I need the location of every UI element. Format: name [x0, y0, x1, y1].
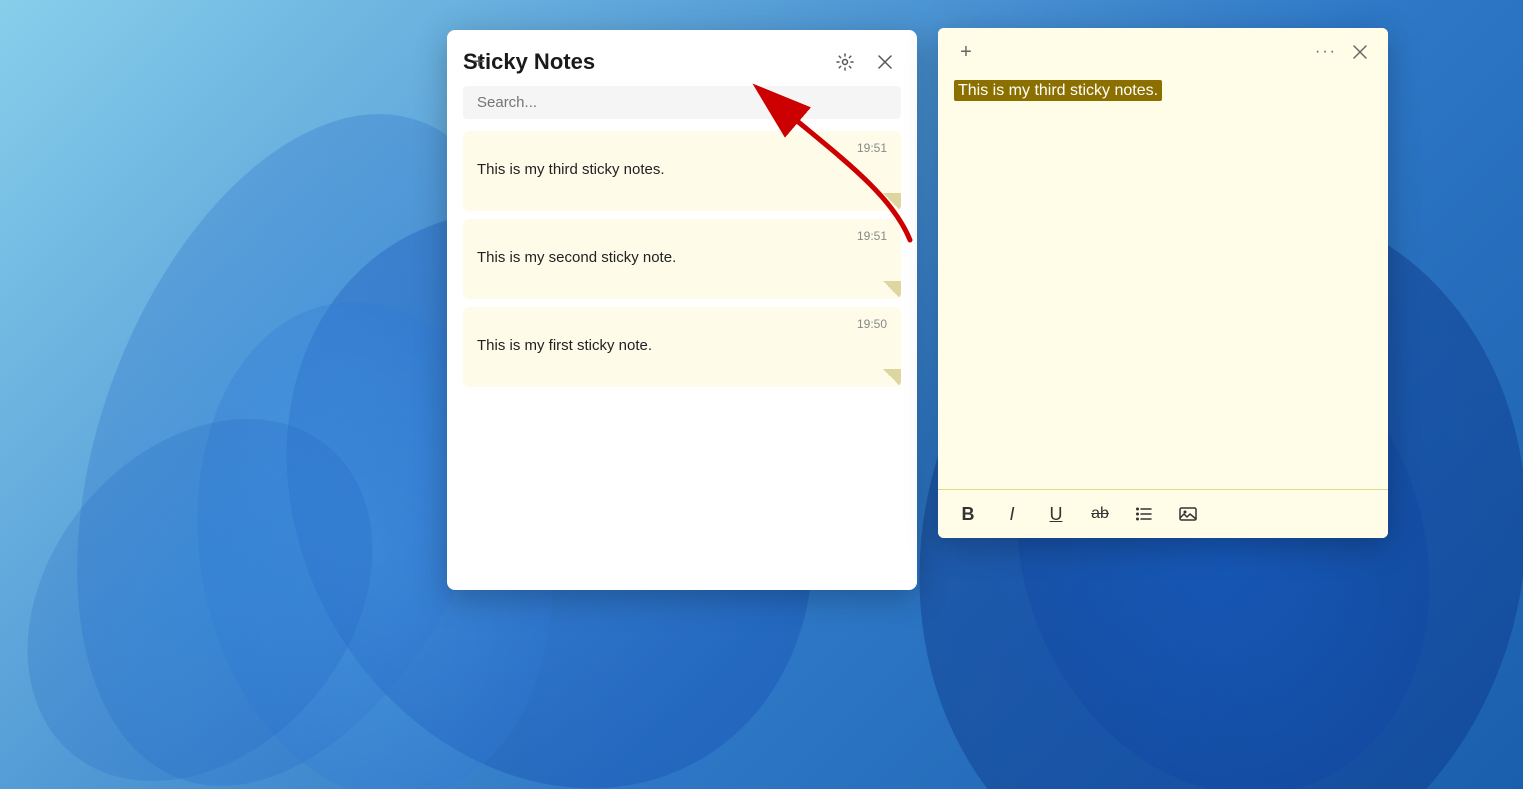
note-card-time-first: 19:50 — [477, 317, 887, 331]
note-card-time-third: 19:51 — [477, 141, 887, 155]
note-editor-window: + ··· This is my third sticky notes. B I — [938, 28, 1388, 538]
editor-selected-text: This is my third sticky notes. — [954, 80, 1162, 101]
notes-list-close-button[interactable] — [869, 46, 901, 78]
editor-underline-button[interactable]: U — [1042, 500, 1070, 528]
editor-list-button[interactable] — [1130, 500, 1158, 528]
search-input[interactable] — [463, 86, 901, 119]
editor-more-button[interactable]: ··· — [1312, 38, 1340, 66]
desktop: + Sticky Notes — [0, 0, 1523, 789]
note-card-time-second: 19:51 — [477, 229, 887, 243]
notes-list: 19:51 This is my third sticky notes. 19:… — [447, 131, 917, 590]
editor-content-area[interactable]: This is my third sticky notes. — [938, 74, 1388, 489]
notes-list-titlebar-actions — [829, 46, 901, 78]
notes-list-settings-button[interactable] — [829, 46, 861, 78]
editor-titlebar-actions: ··· — [1312, 38, 1374, 66]
editor-toolbar: B I U ab — [938, 489, 1388, 538]
note-card-second[interactable]: 19:51 This is my second sticky note. — [463, 219, 901, 299]
notes-list-window: + Sticky Notes — [447, 30, 917, 590]
notes-list-titlebar: + Sticky Notes — [447, 30, 917, 78]
notes-list-add-button[interactable]: + — [463, 46, 495, 78]
note-card-text-third: This is my third sticky notes. — [477, 161, 665, 178]
editor-strikethrough-button[interactable]: ab — [1086, 500, 1114, 528]
editor-image-button[interactable] — [1174, 500, 1202, 528]
editor-bold-button[interactable]: B — [954, 500, 982, 528]
editor-italic-button[interactable]: I — [998, 500, 1026, 528]
note-card-text-second: This is my second sticky note. — [477, 249, 676, 266]
editor-add-button[interactable]: + — [952, 38, 980, 66]
note-card-text-first: This is my first sticky note. — [477, 337, 652, 354]
note-card-third[interactable]: 19:51 This is my third sticky notes. — [463, 131, 901, 211]
editor-titlebar: + ··· — [938, 28, 1388, 74]
editor-close-button[interactable] — [1346, 38, 1374, 66]
note-card-first[interactable]: 19:50 This is my first sticky note. — [463, 307, 901, 387]
